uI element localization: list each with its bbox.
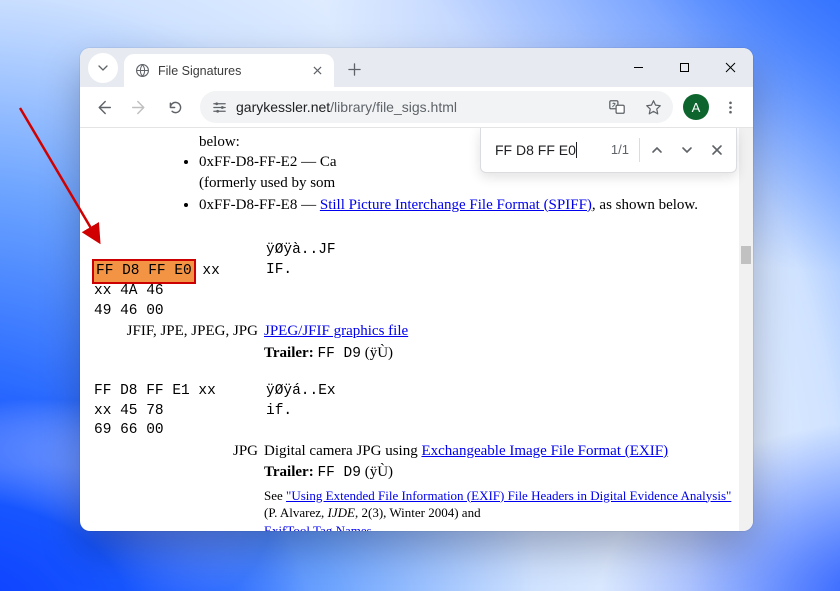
find-next-button[interactable] [672,135,702,165]
arrow-left-icon [95,99,112,116]
site-settings-icon[interactable] [210,98,228,116]
hex-column: FF D8 FF E0 xx xx 4A 46 49 46 00 [94,241,266,321]
extension-row: JFIF, JPE, JPEG, JPG JPEG/JFIF graphics … [94,321,739,364]
find-prev-button[interactable] [642,135,672,165]
minimize-icon [633,62,644,73]
hex-column: FF D8 FF E1 xx xx 45 78 69 66 00 [94,382,266,441]
desc-column: JPEG/JFIF graphics file Trailer: FF D9 (… [264,321,739,364]
translate-button[interactable] [603,93,631,121]
list-item: 0xFF-D8-FF-E8 — Still Picture Interchang… [199,195,739,215]
find-query-text: FF D8 FF E0 [495,141,576,160]
signature-block: FF D8 FF E1 xx xx 45 78 69 66 00 ÿØÿá..E… [94,382,739,441]
extension-row: JPG Digital camera JPG using Exchangeabl… [94,441,739,531]
trailer-line: Trailer: FF D9 (ÿÙ) [264,462,739,484]
window-close-button[interactable] [707,48,753,87]
window-minimize-button[interactable] [615,48,661,87]
back-button[interactable] [86,90,120,124]
tab-close-button[interactable] [309,62,326,79]
browser-window: File Signatures [80,48,753,531]
bookmark-button[interactable] [639,93,667,121]
star-icon [645,99,662,116]
chevron-up-icon [651,144,663,156]
window-maximize-button[interactable] [661,48,707,87]
find-input[interactable]: FF D8 FF E0 [495,141,603,160]
desc-column: ÿØÿà..JF IF. [266,241,739,280]
kebab-icon [723,100,738,115]
tab-strip: File Signatures [80,48,753,87]
see-also: See "Using Extended File Information (EX… [264,487,739,531]
browser-tab[interactable]: File Signatures [124,54,334,87]
find-match-count: 1/1 [603,141,637,159]
desc-column: Digital camera JPG using Exchangeable Im… [264,441,739,531]
close-icon [725,62,736,73]
browser-toolbar: garykessler.net/library/file_sigs.html A [80,87,753,128]
text-caret [576,142,577,158]
globe-icon [134,63,150,79]
find-close-button[interactable] [702,135,732,165]
close-icon [711,144,723,156]
reload-button[interactable] [158,90,192,124]
extension-list: JFIF, JPE, JPEG, JPG [94,321,264,364]
search-highlight: FF D8 FF E0 [94,261,194,283]
jpeg-jfif-link[interactable]: JPEG/JFIF graphics file [264,323,408,339]
arrow-right-icon [131,99,148,116]
ascii-repr: ÿØÿà..JF IF. [266,241,739,280]
maximize-icon [679,62,690,73]
address-bar[interactable]: garykessler.net/library/file_sigs.html [200,91,673,123]
spiff-link[interactable]: Still Picture Interchange File Format (S… [320,197,592,213]
extension-list: JPG [94,441,264,531]
exif-link[interactable]: Exchangeable Image File Format (EXIF) [421,443,668,459]
plus-icon [348,63,361,76]
chevron-down-icon [98,63,108,73]
menu-button[interactable] [713,90,747,124]
scrollbar-thumb[interactable] [741,246,751,264]
trailer-line: Trailer: FF D9 (ÿÙ) [264,343,739,365]
find-in-page-bar: FF D8 FF E0 1/1 [480,128,737,173]
signature-block: FF D8 FF E0 xx xx 4A 46 49 46 00 ÿØÿà..J… [94,241,739,321]
translate-icon [608,98,626,116]
reload-icon [167,99,184,116]
page-content[interactable]: below: 0xFF-D8-FF-E2 — Ca (formerly used… [80,128,753,531]
url-text: garykessler.net/library/file_sigs.html [236,99,595,115]
scrollbar[interactable] [739,128,753,531]
ascii-repr: ÿØÿá..Ex if. [266,382,739,421]
exiftool-link[interactable]: ExifTool Tag Names [264,523,372,531]
tab-search-button[interactable] [88,53,118,83]
avatar-letter: A [692,100,701,115]
separator [639,138,640,162]
window-controls [615,48,753,87]
desc-column: ÿØÿá..Ex if. [266,382,739,421]
paper-link[interactable]: "Using Extended File Information (EXIF) … [286,488,731,503]
forward-button[interactable] [122,90,156,124]
close-icon [313,66,322,75]
profile-avatar[interactable]: A [683,94,709,120]
tab-title: File Signatures [158,64,301,78]
chevron-down-icon [681,144,693,156]
new-tab-button[interactable] [340,55,368,83]
